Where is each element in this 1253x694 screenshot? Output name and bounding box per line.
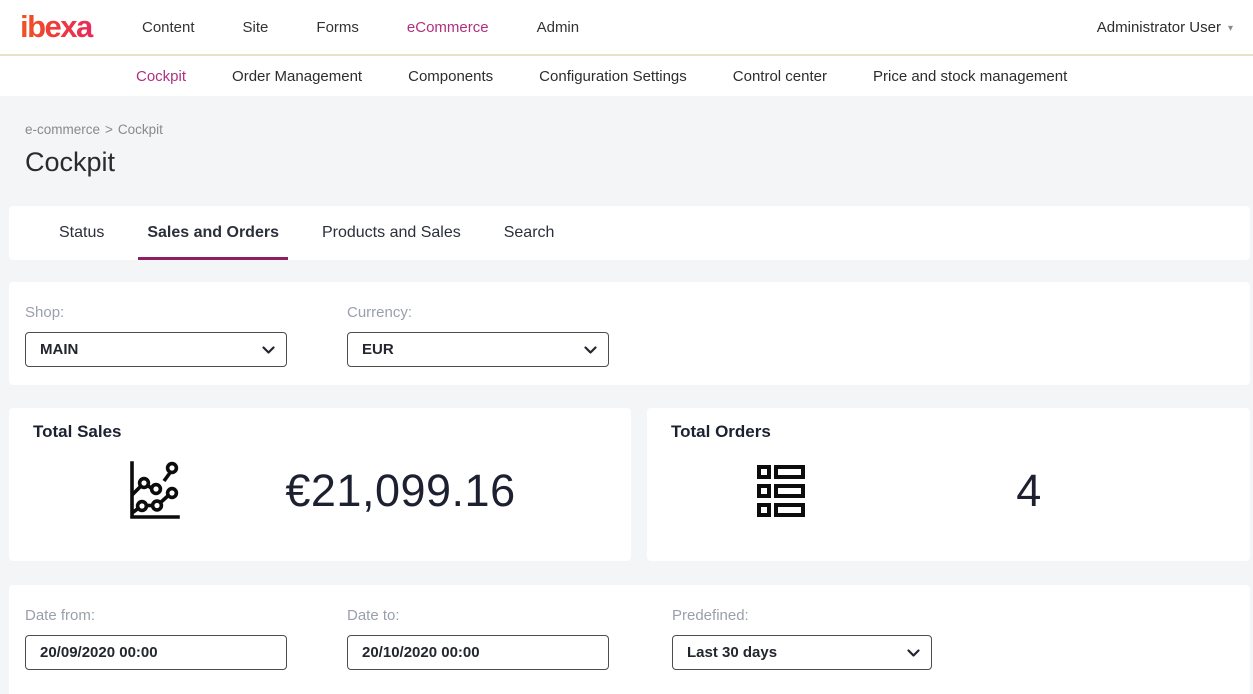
line-chart-icon: [120, 458, 186, 524]
currency-label: Currency:: [347, 304, 1234, 321]
breadcrumb: e-commerce > Cockpit: [25, 122, 1253, 137]
total-sales-title: Total Sales: [33, 422, 607, 442]
top-navigation-bar: ibexa Content Site Forms eCommerce Admin…: [0, 0, 1253, 56]
total-orders-title: Total Orders: [671, 422, 1226, 442]
menu-item-site[interactable]: Site: [243, 19, 269, 36]
cockpit-tabs: Status Sales and Orders Products and Sal…: [9, 206, 1250, 260]
chevron-down-icon: [584, 346, 597, 355]
total-orders-value: 4: [909, 465, 1149, 517]
menu-item-admin[interactable]: Admin: [537, 19, 580, 36]
orders-list-icon: [748, 458, 814, 524]
date-from-label: Date from:: [25, 607, 347, 624]
stat-cards-row: Total Sales: [9, 408, 1250, 561]
tab-status[interactable]: Status: [50, 206, 113, 260]
cockpit-page: ibexa Content Site Forms eCommerce Admin…: [0, 0, 1253, 694]
menu-item-forms[interactable]: Forms: [316, 19, 359, 36]
chevron-down-icon: ▾: [1228, 23, 1233, 34]
total-sales-body: €21,099.16: [33, 458, 607, 524]
total-sales-value: €21,099.16: [281, 465, 521, 517]
date-from-field: Date from:: [25, 607, 347, 690]
total-orders-body: 4: [671, 458, 1226, 524]
subnav-item-price-stock-management[interactable]: Price and stock management: [873, 68, 1067, 85]
shop-select[interactable]: MAIN: [25, 332, 287, 367]
user-name: Administrator User: [1097, 19, 1221, 36]
date-from-input[interactable]: [25, 635, 287, 670]
date-filter-panel: Date from: Date to: Predefined: Last 30 …: [9, 585, 1250, 694]
tab-search[interactable]: Search: [495, 206, 564, 260]
subnav-item-configuration-settings[interactable]: Configuration Settings: [539, 68, 687, 85]
date-to-field: Date to:: [347, 607, 672, 690]
subnav-item-control-center[interactable]: Control center: [733, 68, 827, 85]
tab-products-and-sales[interactable]: Products and Sales: [313, 206, 470, 260]
currency-select[interactable]: EUR: [347, 332, 609, 367]
subnav-item-cockpit[interactable]: Cockpit: [136, 68, 186, 85]
date-to-input[interactable]: [347, 635, 609, 670]
subnav-item-components[interactable]: Components: [408, 68, 493, 85]
predefined-select[interactable]: Last 30 days: [672, 635, 932, 670]
chevron-down-icon: [907, 649, 920, 658]
ecommerce-sub-navigation: Cockpit Order Management Components Conf…: [0, 56, 1253, 96]
breadcrumb-current: Cockpit: [118, 122, 163, 137]
total-sales-card: Total Sales: [9, 408, 631, 561]
shop-field: Shop: MAIN: [25, 304, 347, 369]
shop-label: Shop:: [25, 304, 347, 321]
currency-select-value: EUR: [362, 341, 394, 358]
currency-field: Currency: EUR: [347, 304, 1234, 369]
breadcrumb-separator: >: [105, 122, 113, 137]
total-orders-card: Total Orders 4: [647, 408, 1250, 561]
date-to-label: Date to:: [347, 607, 672, 624]
chevron-down-icon: [262, 346, 275, 355]
tab-sales-and-orders[interactable]: Sales and Orders: [138, 206, 288, 260]
breadcrumb-parent[interactable]: e-commerce: [25, 122, 100, 137]
user-menu[interactable]: Administrator User ▾: [1097, 19, 1233, 36]
predefined-label: Predefined:: [672, 607, 1234, 624]
ibexa-logo[interactable]: ibexa: [20, 11, 102, 42]
predefined-field: Predefined: Last 30 days: [672, 607, 1234, 690]
page-title: Cockpit: [25, 147, 1253, 178]
shop-select-value: MAIN: [40, 341, 78, 358]
menu-item-content[interactable]: Content: [142, 19, 195, 36]
menu-item-ecommerce[interactable]: eCommerce: [407, 19, 489, 36]
main-menu: Content Site Forms eCommerce Admin: [142, 19, 579, 36]
subnav-item-order-management[interactable]: Order Management: [232, 68, 362, 85]
shop-currency-filter-panel: Shop: MAIN Currency: EUR: [9, 282, 1250, 385]
predefined-select-value: Last 30 days: [687, 644, 777, 661]
